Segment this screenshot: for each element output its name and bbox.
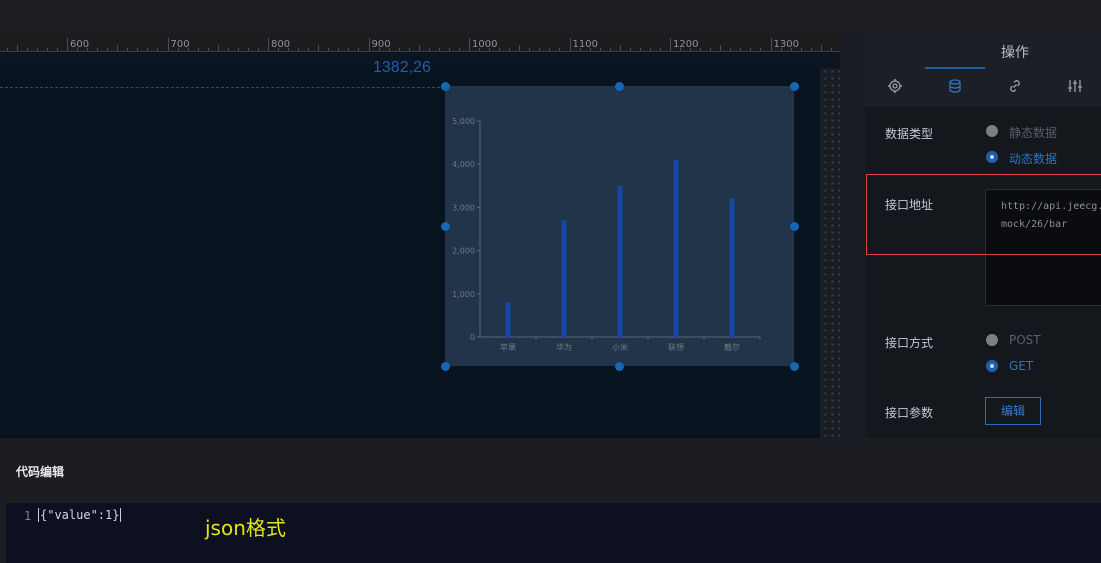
code-editor-panel: 代码编辑 1 {"value":1} json格式 — [0, 438, 1101, 563]
line-number: 1 — [24, 509, 32, 523]
resize-handle[interactable] — [441, 82, 450, 91]
code-editor-title: 代码编辑 — [16, 465, 65, 479]
static-data-option-label[interactable]: 静态数据 — [1009, 124, 1057, 141]
ruler-tick — [67, 38, 68, 52]
x-tick-label: 华为 — [556, 342, 572, 352]
alignment-guide — [0, 87, 445, 88]
link-icon[interactable] — [1007, 78, 1023, 94]
dynamic-data-option-label[interactable]: 动态数据 — [1009, 150, 1057, 167]
ruler-label: 700 — [170, 39, 190, 50]
y-tick-label: 0 — [470, 333, 475, 342]
panel-header: 操作 — [865, 30, 1101, 107]
bar — [617, 185, 623, 337]
highlight-frame — [866, 174, 1101, 255]
y-tick-label: 2,000 — [452, 247, 475, 256]
code-line[interactable]: {"value":1} — [38, 508, 122, 522]
x-tick-label: 小米 — [612, 342, 628, 352]
edit-params-button[interactable]: 编辑 — [985, 397, 1041, 425]
bar — [505, 302, 511, 337]
post-option-label[interactable]: POST — [1009, 333, 1041, 347]
canvas-grid-dots — [822, 68, 840, 438]
ruler-tick — [770, 38, 772, 52]
y-tick-label: 1,000 — [452, 290, 475, 299]
get-radio[interactable] — [986, 360, 998, 372]
ruler-tick — [670, 38, 671, 52]
bar — [729, 198, 735, 337]
ruler-tick — [268, 38, 269, 52]
resize-handle[interactable] — [790, 362, 799, 371]
api-params-label: 接口参数 — [885, 406, 934, 420]
data-type-label: 数据类型 — [885, 127, 934, 141]
bar — [561, 220, 567, 337]
y-tick-label: 4,000 — [452, 160, 475, 169]
ruler-tick — [569, 38, 571, 52]
resize-handle[interactable] — [790, 82, 799, 91]
ruler-tick — [368, 38, 370, 52]
get-option-label[interactable]: GET — [1009, 359, 1033, 373]
resize-handle[interactable] — [441, 362, 450, 371]
y-tick-label: 3,000 — [452, 203, 475, 212]
resize-handle[interactable] — [790, 222, 799, 231]
panel-title: 操作 — [1001, 45, 1029, 61]
post-radio[interactable] — [986, 334, 998, 346]
bar-chart: 5,000 4,000 3,000 2,000 1,000 0 苹果 华为 小米 联想 戴尔 — [452, 117, 761, 352]
ruler-label: 900 — [371, 39, 391, 50]
ruler-label: 1300 — [773, 39, 799, 50]
ruler-label: 600 — [70, 39, 90, 50]
x-tick-label: 联想 — [668, 342, 684, 352]
ruler-label: 1200 — [673, 39, 699, 50]
coordinate-readout: 1382,26 — [373, 59, 431, 76]
resize-handle[interactable] — [615, 362, 624, 371]
horizontal-ruler: 600 700 800 900 1000 1100 1200 1300 — [0, 30, 840, 52]
database-icon[interactable] — [947, 78, 963, 94]
ruler-tick — [469, 38, 470, 52]
active-tab-indicator — [925, 67, 985, 69]
resize-handle[interactable] — [441, 222, 450, 231]
gear-icon[interactable] — [887, 78, 903, 94]
bar-chart-widget[interactable]: 5,000 4,000 3,000 2,000 1,000 0 苹果 华为 小米 联想 戴尔 — [445, 86, 794, 366]
x-tick-label: 苹果 — [500, 342, 516, 352]
ruler-label: 1100 — [572, 39, 598, 50]
x-tick-label: 戴尔 — [724, 342, 740, 352]
ruler-tick — [167, 38, 169, 52]
ruler-label: 800 — [271, 39, 291, 50]
y-tick-label: 5,000 — [452, 117, 475, 126]
dynamic-data-radio[interactable] — [986, 151, 998, 163]
json-format-annotation: json格式 — [205, 516, 286, 540]
code-editor[interactable]: 1 {"value":1} — [6, 503, 1101, 563]
ruler-label: 1000 — [472, 39, 498, 50]
sliders-icon[interactable] — [1067, 78, 1083, 94]
api-method-label: 接口方式 — [885, 336, 934, 350]
static-data-radio[interactable] — [986, 125, 998, 137]
resize-handle[interactable] — [615, 82, 624, 91]
bar — [673, 159, 679, 337]
top-toolbar — [0, 0, 1101, 30]
